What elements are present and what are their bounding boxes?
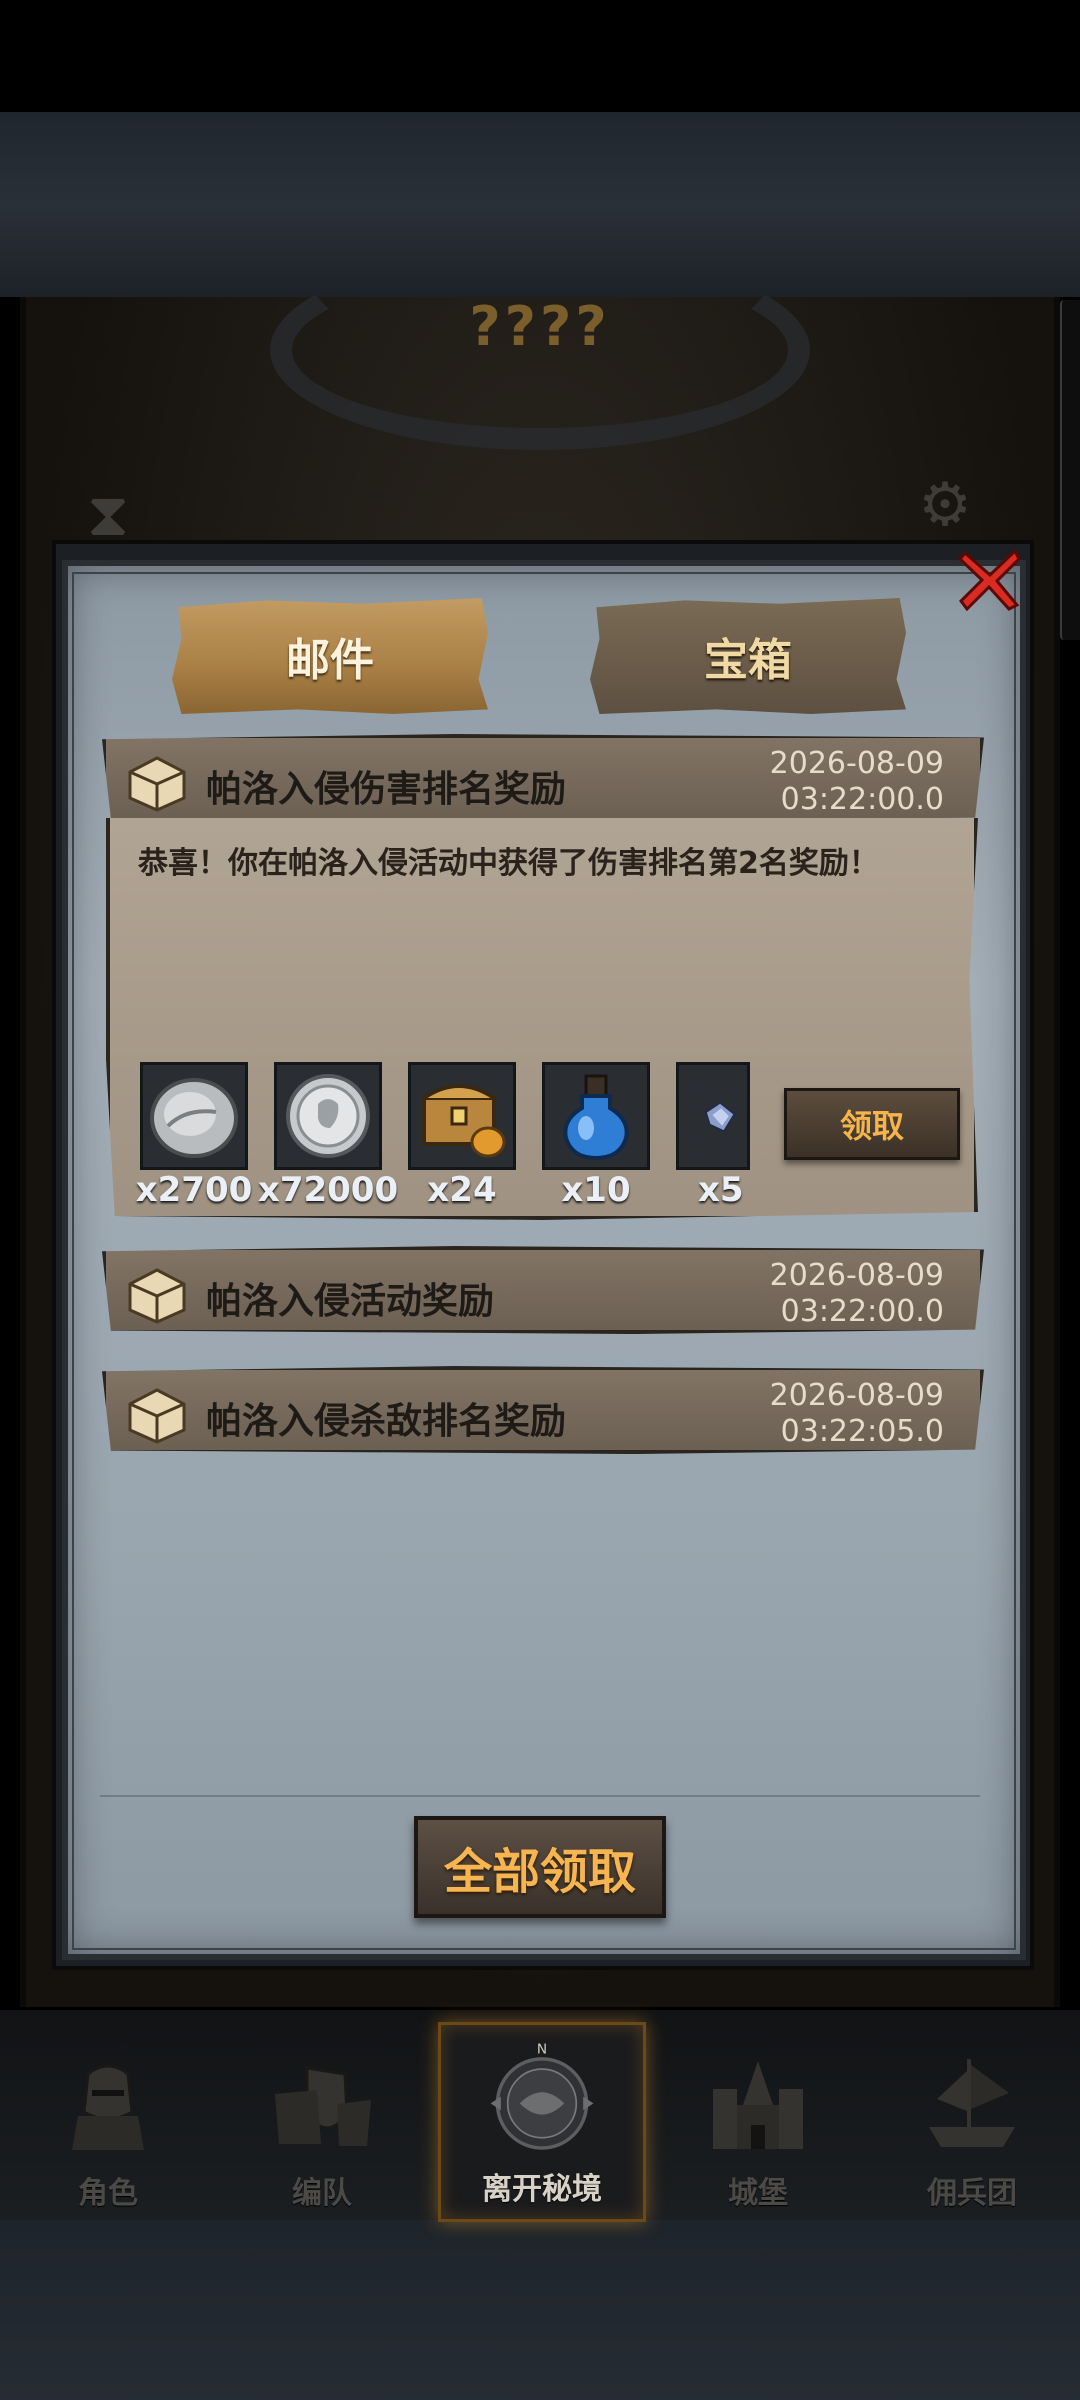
reward-item[interactable] <box>274 1062 382 1170</box>
mail-timestamp: 2026-08-09 03:22:00.0 <box>770 1258 944 1330</box>
gear-icon: ⚙ <box>918 470 972 540</box>
mail-item-header[interactable]: 帕洛入侵活动奖励 2026-08-09 03:22:00.0 <box>102 1246 984 1334</box>
mail-time: 03:22:00.0 <box>780 782 944 817</box>
mail-time: 03:22:00.0 <box>780 1294 944 1329</box>
reward-qty: x10 <box>561 1170 631 1210</box>
chest-icon <box>128 1268 186 1324</box>
reward-qty: x2700 <box>135 1170 253 1210</box>
mail-time: 03:22:05.0 <box>780 1414 944 1449</box>
nav-item-leave-realm[interactable]: N 离开秘境 <box>442 2026 642 2216</box>
mail-item-header[interactable]: 帕洛入侵杀敌排名奖励 2026-08-09 03:22:05.0 <box>102 1366 984 1454</box>
claim-all-button[interactable]: 全部领取 <box>414 1816 666 1918</box>
nav-label: 佣兵团 <box>927 2176 1017 2211</box>
tab-chest[interactable]: 宝箱 <box>590 598 906 714</box>
claim-button[interactable]: 领取 <box>784 1088 960 1160</box>
compass-icon: N <box>482 2040 602 2160</box>
close-button[interactable] <box>955 545 1025 615</box>
silver-ore-icon <box>150 1078 238 1158</box>
nav-label: 离开秘境 <box>482 2172 602 2207</box>
mail-title: 帕洛入侵伤害排名奖励 <box>206 769 567 810</box>
reward-qty: x5 <box>698 1170 744 1210</box>
mail-timestamp: 2026-08-09 03:22:05.0 <box>770 1378 944 1450</box>
mail-title: 帕洛入侵活动奖励 <box>206 1281 495 1322</box>
mail-timestamp: 2026-08-09 03:22:00.0 <box>770 746 944 818</box>
mail-date: 2026-08-09 <box>769 1258 944 1293</box>
reward-qty: x72000 <box>257 1170 399 1210</box>
mercenary-ship-icon <box>912 2044 1032 2164</box>
silver-coin-icon <box>286 1074 370 1158</box>
chest-icon <box>128 1388 186 1444</box>
reward-item[interactable] <box>140 1062 248 1170</box>
nav-label: 城堡 <box>728 2176 788 2211</box>
crystal-shard-icon <box>704 1101 736 1133</box>
mail-item-header[interactable]: 帕洛入侵伤害排名奖励 2026-08-09 03:22:00.0 <box>102 734 984 822</box>
side-edge-tab[interactable] <box>1060 300 1080 640</box>
status-bar-area <box>0 0 1080 112</box>
formation-shield-icon <box>262 2044 382 2164</box>
divider <box>100 1795 980 1797</box>
castle-icon <box>698 2044 818 2164</box>
tab-mail[interactable]: 邮件 <box>172 598 488 714</box>
nav-label: 角色 <box>78 2176 138 2211</box>
nav-label: 编队 <box>292 2176 352 2211</box>
nav-item-character[interactable]: 角色 <box>8 2030 208 2220</box>
nav-item-formation[interactable]: 编队 <box>222 2030 422 2220</box>
reward-qty: x24 <box>427 1170 497 1210</box>
reward-item[interactable] <box>408 1062 516 1170</box>
mail-message: 恭喜！你在帕洛入侵活动中获得了伤害排名第2名奖励！ <box>138 846 879 881</box>
svg-text:N: N <box>537 2042 547 2058</box>
close-icon <box>957 548 1021 612</box>
nav-item-mercenary[interactable]: 佣兵团 <box>872 2030 1072 2220</box>
treasure-chest-icon <box>422 1084 506 1158</box>
reward-item[interactable] <box>676 1062 750 1170</box>
reward-item[interactable] <box>542 1062 650 1170</box>
mail-body: 恭喜！你在帕洛入侵活动中获得了伤害排名第2名奖励！ x2700 x72000 x… <box>106 818 978 1220</box>
nav-item-castle[interactable]: 城堡 <box>658 2030 858 2220</box>
blue-potion-icon <box>563 1074 629 1161</box>
mail-date: 2026-08-09 <box>769 1378 944 1413</box>
chest-icon <box>128 756 186 812</box>
knight-helmet-icon <box>48 2044 168 2164</box>
mail-date: 2026-08-09 <box>769 746 944 781</box>
map-title: ???? <box>469 295 611 358</box>
bottom-filler <box>0 2220 1080 2400</box>
mail-title: 帕洛入侵杀敌排名奖励 <box>206 1401 567 1442</box>
